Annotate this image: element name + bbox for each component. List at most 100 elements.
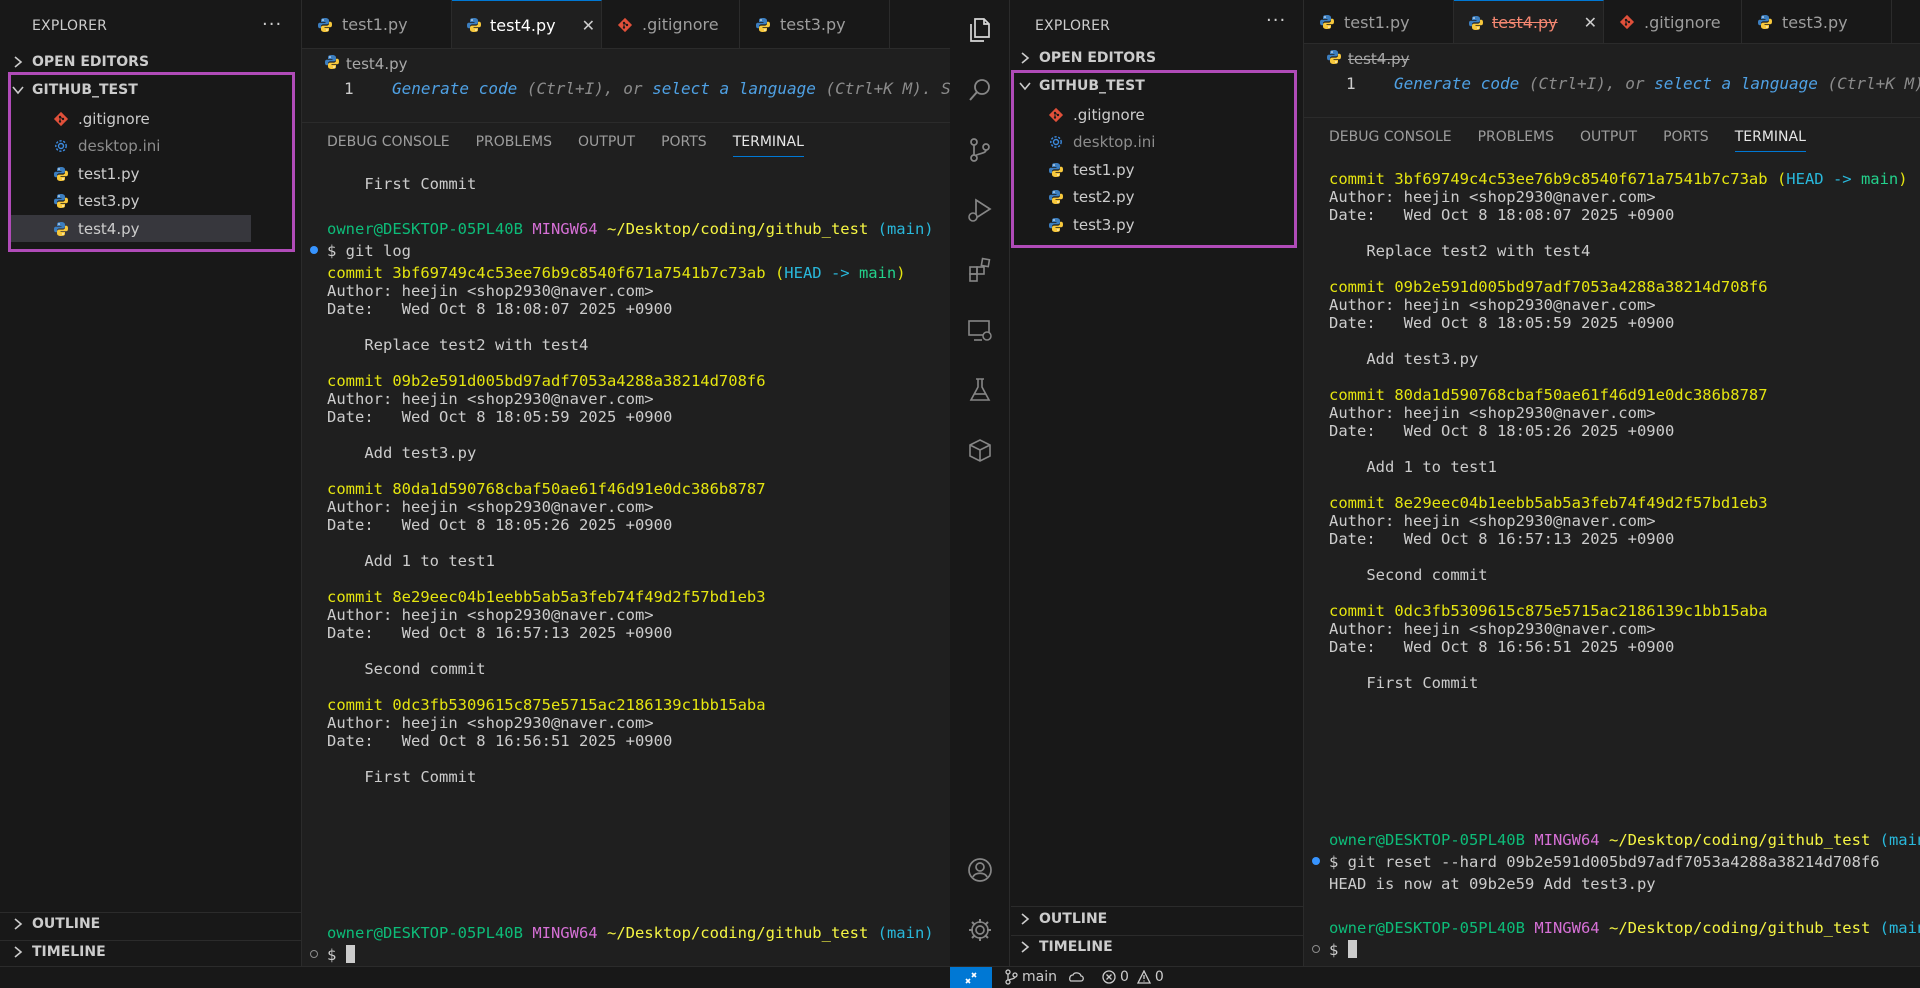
file-item[interactable]: .gitignore [1047,101,1287,128]
tab-label: .gitignore [642,15,719,34]
head-label: HEAD -> [1786,170,1861,188]
file-item[interactable]: test3.py [52,188,292,215]
run-debug-icon[interactable] [964,194,996,226]
date-line: Date: Wed Oct 8 18:05:26 2025 +0900 [327,514,672,536]
explorer-more-button[interactable]: ··· [1266,10,1286,31]
generate-code-link[interactable]: Generate code [392,79,517,98]
panel-tab-terminal[interactable]: TERMINAL [732,134,804,157]
message-line: First Commit [1329,672,1478,694]
tab-gitignore[interactable]: .gitignore [602,0,740,48]
open-editors-section[interactable]: OPEN EDITORS [12,54,149,70]
select-language-link[interactable]: select a language [652,79,816,98]
breadcrumb[interactable]: test4.py [324,54,408,74]
commit-date: Date: Wed Oct 8 18:05:26 2025 +0900 [327,516,673,534]
breadcrumb[interactable]: test4.py [1326,49,1410,69]
search-icon[interactable] [964,74,996,106]
command-decoration-icon[interactable] [1312,945,1320,953]
tab-test1py[interactable]: test1.py [302,0,452,48]
file-item[interactable]: desktop.ini [1047,129,1287,156]
source-control-icon[interactable] [964,134,996,166]
file-item[interactable]: test1.py [1047,156,1287,183]
remote-indicator-button[interactable] [950,967,992,988]
date-line: Date: Wed Oct 8 18:05:26 2025 +0900 [1329,420,1674,442]
commit-date: Date: Wed Oct 8 18:05:59 2025 +0900 [1329,314,1675,332]
tab-test3py[interactable]: test3.py [1742,0,1892,43]
prompt-branch: (main) [1879,831,1920,849]
package-box-icon[interactable] [964,434,996,466]
tab-label: test3.py [1782,12,1848,32]
file-item[interactable]: desktop.ini [52,133,292,160]
file-item[interactable]: test2.py [1047,184,1287,211]
panel-tab-output[interactable]: OUTPUT [578,134,635,157]
problems-status[interactable]: 0 0 [1102,969,1164,985]
command-decoration-icon[interactable] [1312,857,1320,865]
account-icon[interactable] [964,854,996,886]
activity-bar [950,0,1010,966]
terminal-cursor [1347,940,1357,958]
python-icon [1468,14,1484,32]
panel-divider [302,122,950,123]
breadcrumb-file: test4.py [346,55,408,73]
command-decoration-icon[interactable] [310,950,318,958]
file-item[interactable]: test1.py [52,160,292,187]
file-name: desktop.ini [78,137,161,155]
panel-tab-output[interactable]: OUTPUT [1580,129,1637,152]
timeline-section[interactable]: TIMELINE [1019,939,1113,955]
panel-tab-debug-console[interactable]: DEBUG CONSOLE [1329,129,1452,152]
panel-tab-problems[interactable]: PROBLEMS [1478,129,1554,152]
panel-tab-problems[interactable]: PROBLEMS [476,134,552,157]
tab-label: test1.py [342,15,408,34]
folder-github-test[interactable]: GITHUB_TEST [1019,78,1145,94]
panel-tab-ports[interactable]: PORTS [661,134,707,157]
file-item[interactable]: .gitignore [52,105,292,132]
chevron-right-icon [12,918,24,930]
commit-message: Add test3.py [327,444,477,462]
panel-tab-ports[interactable]: PORTS [1663,129,1709,152]
explorer-files-icon[interactable] [964,14,996,46]
open-editors-section[interactable]: OPEN EDITORS [1019,50,1156,66]
git-icon [616,16,634,34]
tab-gitignore[interactable]: .gitignore [1604,0,1742,43]
branch-status[interactable]: main [1004,969,1085,985]
timeline-section[interactable]: TIMELINE [12,944,106,960]
tab-label: test4.py [490,15,556,35]
tab-test1py[interactable]: test1.py [1304,0,1454,43]
prompt-system: MINGW64 [1534,831,1600,849]
folder-github-test[interactable]: GITHUB_TEST [12,82,138,98]
settings-gear-icon[interactable] [964,914,996,946]
explorer-sidebar: EXPLORER ··· OPEN EDITORS GITHUB_TEST .g… [1011,0,1304,966]
chevron-right-icon [1019,913,1031,925]
hint-text: (Ctrl+K M). S [815,79,950,98]
file-item[interactable]: test4.py [11,215,251,242]
file-item[interactable]: test3.py [1047,211,1287,238]
command-decoration-icon[interactable] [310,246,318,254]
extensions-icon[interactable] [964,254,996,286]
outline-section[interactable]: OUTLINE [12,916,100,932]
generate-code-link[interactable]: Generate code [1394,74,1519,93]
file-name: desktop.ini [1073,133,1156,151]
tab-test4py[interactable]: test4.py ✕ [452,0,602,48]
remote-explorer-icon[interactable] [964,314,996,346]
commit-message: Add test3.py [1329,350,1479,368]
breadcrumb-file: test4.py [1348,50,1410,68]
message-line: Add 1 to test1 [327,550,495,572]
head-label: HEAD -> [784,264,859,282]
git-icon [52,110,70,128]
panel-tab-debug-console[interactable]: DEBUG CONSOLE [327,134,450,157]
testing-flask-icon[interactable] [964,374,996,406]
close-icon[interactable]: ✕ [582,16,595,35]
panel-tab-terminal[interactable]: TERMINAL [1734,129,1806,152]
error-icon [1102,970,1116,984]
outline-section[interactable]: OUTLINE [1019,911,1107,927]
tab-test3py[interactable]: test3.py [740,0,890,48]
chevron-right-icon [12,56,24,68]
timeline-label: TIMELINE [1039,939,1113,955]
editor-area: test1.py test4.py ✕ .gitignore test3.py test… [1304,0,1920,966]
explorer-more-button[interactable]: ··· [262,14,282,35]
close-icon[interactable]: ✕ [1584,13,1597,32]
tab-test4py[interactable]: test4.py ✕ [1454,0,1604,43]
message-line: First Commit [327,766,476,788]
select-language-link[interactable]: select a language [1654,74,1818,93]
file-name: test1.py [78,164,140,183]
